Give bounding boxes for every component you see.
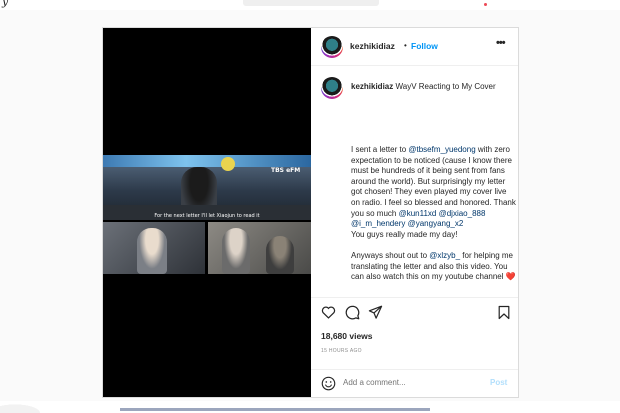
search-bar-fragment[interactable]	[243, 0, 379, 6]
post-comment-button[interactable]: Post	[490, 378, 507, 387]
caption-username[interactable]: kezhikidiaz	[351, 82, 393, 91]
video-player[interactable]: TBS eFM For the next letter I'll let Xia…	[103, 28, 311, 397]
video-frame-bottom-right	[208, 222, 311, 274]
caption-text: with zero expectation to be noticed (cau…	[351, 145, 516, 218]
caption-title: WayV Reacting to My Cover	[395, 82, 496, 91]
top-nav-strip: y	[0, 0, 620, 10]
video-frame-bottom-left	[103, 222, 205, 274]
mention-link[interactable]: @djxiao_888	[439, 209, 486, 218]
emoji-icon[interactable]	[321, 376, 336, 391]
post-header: kezhikidiaz • Follow •••	[311, 28, 518, 66]
follow-button[interactable]: Follow	[411, 41, 438, 51]
add-comment-bar: Post	[311, 369, 518, 397]
post-timestamp[interactable]: 15 HOURS AGO	[321, 348, 362, 354]
caption-body: I sent a letter to @tbsefm_yuedong with …	[351, 145, 516, 283]
username-link[interactable]: kezhikidiaz	[350, 41, 395, 51]
post-sidebar: kezhikidiaz • Follow ••• kezhikidiaz Way…	[311, 28, 518, 397]
mention-link[interactable]: @i_m_hendery	[351, 219, 405, 228]
mention-link[interactable]: @tbsefm_yuedong	[408, 145, 475, 154]
caption-avatar[interactable]	[321, 77, 343, 99]
notification-dot	[484, 3, 487, 6]
action-bar	[311, 297, 518, 325]
mention-link[interactable]: @yangyang_x2	[408, 219, 464, 228]
post-card: TBS eFM For the next letter I'll let Xia…	[102, 27, 519, 398]
mention-link[interactable]: @xlzyb_	[429, 251, 460, 260]
instagram-logo-fragment: y	[2, 0, 9, 8]
caption: kezhikidiaz WayV Reacting to My Cover	[351, 82, 511, 93]
bottom-strip	[0, 401, 620, 413]
comments-area[interactable]: kezhikidiaz WayV Reacting to My Cover I …	[311, 67, 518, 296]
channel-logo: TBS eFM	[271, 167, 301, 174]
bookmark-icon[interactable]	[498, 305, 510, 320]
separator-dot: •	[404, 41, 407, 50]
video-subtitle: For the next letter I'll let Xiaojun to …	[154, 213, 260, 219]
heart-icon[interactable]	[321, 305, 336, 319]
caption-text: I sent a letter to	[351, 145, 409, 154]
avatar[interactable]	[321, 36, 343, 58]
share-icon[interactable]	[368, 305, 383, 319]
more-options-icon[interactable]: •••	[496, 37, 506, 49]
radio-mic-logo	[221, 157, 235, 171]
comment-input[interactable]	[343, 378, 483, 387]
scroll-indicator	[120, 408, 430, 411]
comment-icon[interactable]	[345, 305, 360, 320]
video-frame-main: TBS eFM	[103, 155, 311, 220]
mention-link[interactable]: @kun11xd	[399, 209, 437, 218]
view-count[interactable]: 18,680 views	[321, 331, 373, 341]
